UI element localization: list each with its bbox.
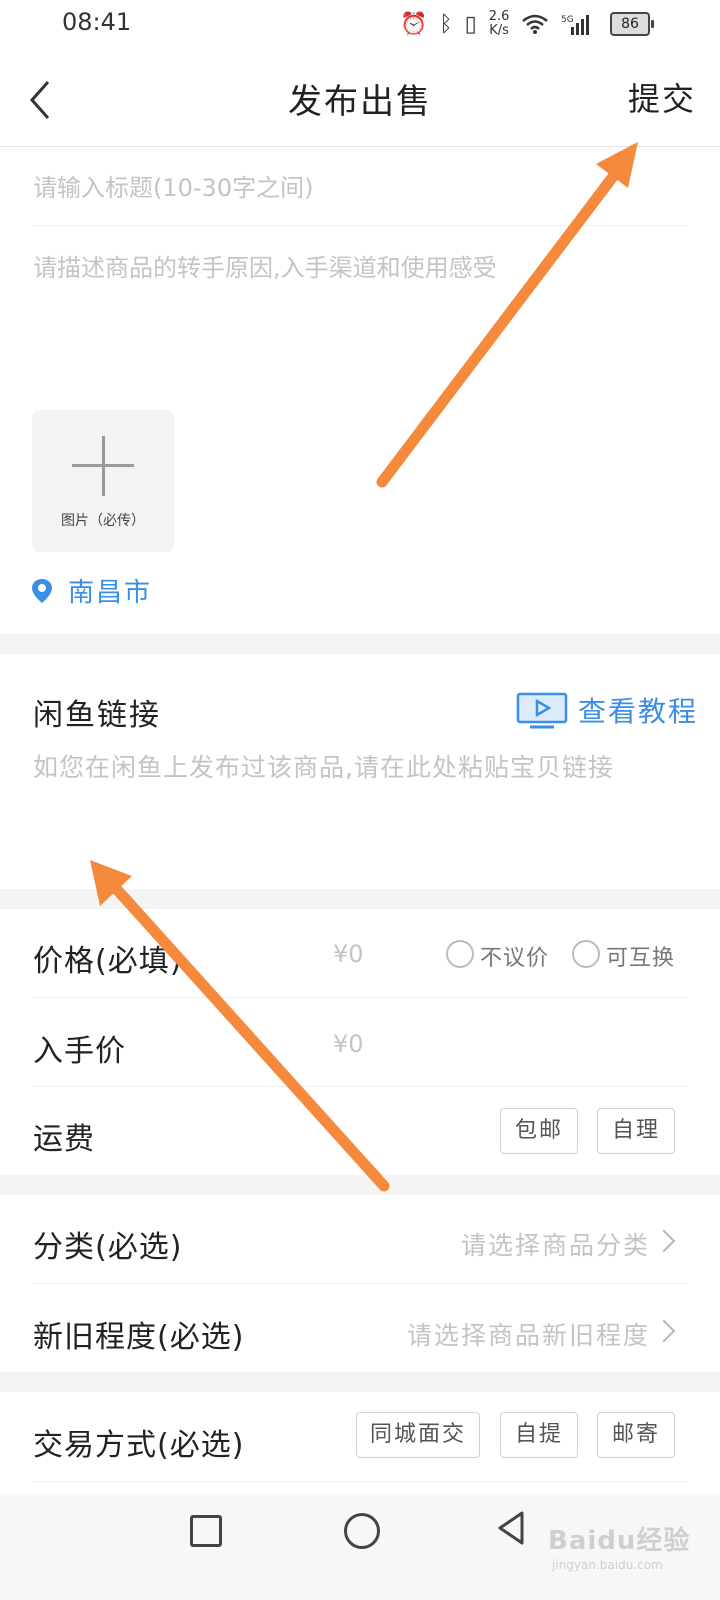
exchangeable-label[interactable]: 可互换 [606, 940, 675, 972]
net-speed-unit: K/s [489, 23, 509, 38]
baidu-watermark-url: jingyan.baidu.com [552, 1558, 663, 1572]
svg-text:5G: 5G [561, 15, 574, 25]
nav-divider [0, 146, 720, 147]
row-divider [33, 1481, 688, 1482]
field-divider [33, 225, 688, 226]
arrow-to-submit [376, 142, 638, 488]
video-tutorial-icon[interactable] [516, 692, 568, 730]
signal-icon: 5G [561, 15, 590, 35]
price-label: 价格(必填) [33, 944, 183, 979]
annotation-arrows [90, 142, 638, 1192]
trade-option-local[interactable]: 同城面交 [356, 1412, 480, 1458]
description-input[interactable]: 请描述商品的转手原因,入手渠道和使用感受 [33, 248, 497, 283]
section-divider [0, 634, 720, 654]
row-divider [33, 1283, 688, 1284]
view-tutorial-link[interactable]: 查看教程 [578, 690, 698, 730]
battery-icon: 86 [610, 12, 654, 36]
section-divider [0, 1175, 720, 1195]
wifi-icon [522, 14, 549, 34]
image-upload-button[interactable]: 图片（必传） [32, 410, 174, 552]
category-select[interactable]: 请选择商品分类 [461, 1226, 650, 1262]
net-speed-value: 2.6 [488, 9, 510, 24]
location-label[interactable]: 南昌市 [68, 572, 152, 609]
page-title: 发布出售 [288, 82, 432, 122]
self-pay-shipping-button[interactable]: 自理 [597, 1108, 675, 1154]
row-divider [33, 997, 688, 998]
no-bargain-label[interactable]: 不议价 [480, 940, 549, 972]
status-time: 08:41 [62, 8, 132, 36]
free-shipping-button[interactable]: 包邮 [500, 1108, 578, 1154]
bluetooth-icon: ᛒ [439, 11, 453, 37]
chevron-right-icon [652, 1319, 676, 1343]
cost-price-input[interactable]: ¥0 [333, 1030, 364, 1058]
vibrate-icon: ▯ [464, 11, 477, 37]
chevron-right-icon [652, 1229, 676, 1253]
alarm-icon: ⏰ [400, 11, 428, 37]
no-bargain-radio[interactable] [446, 940, 474, 968]
location-pin-icon [32, 579, 52, 603]
exchangeable-radio[interactable] [572, 940, 600, 968]
trade-method-label: 交易方式(必选) [33, 1428, 245, 1463]
xianyu-link-input[interactable]: 如您在闲鱼上发布过该商品,请在此处粘贴宝贝链接 [33, 748, 614, 784]
home-button[interactable] [344, 1513, 380, 1549]
condition-select[interactable]: 请选择商品新旧程度 [407, 1316, 650, 1352]
trade-option-mail[interactable]: 邮寄 [597, 1412, 675, 1458]
shipping-label: 运费 [33, 1122, 95, 1157]
price-input[interactable]: ¥0 [333, 940, 364, 968]
condition-label: 新旧程度(必选) [33, 1320, 245, 1355]
xianyu-link-title: 闲鱼链接 [33, 698, 161, 733]
title-input[interactable]: 请输入标题(10-30字之间) [33, 168, 313, 203]
baidu-watermark: Baidu经验 [548, 1526, 691, 1556]
system-back-button[interactable] [496, 1510, 526, 1546]
upload-label: 图片（必传） [61, 513, 145, 529]
net-speed: 2.6 K/s [489, 10, 510, 38]
status-icons: ⏰ ᛒ ▯ 2.6 K/s 5G [400, 10, 591, 38]
section-divider [0, 889, 720, 909]
row-divider [33, 1086, 688, 1087]
category-label: 分类(必选) [33, 1230, 183, 1265]
recent-apps-button[interactable] [190, 1515, 222, 1547]
section-divider [0, 1372, 720, 1392]
plus-icon-vertical [102, 436, 105, 496]
submit-button[interactable]: 提交 [628, 74, 696, 120]
trade-option-pickup[interactable]: 自提 [500, 1412, 578, 1458]
cost-price-label: 入手价 [33, 1034, 126, 1069]
